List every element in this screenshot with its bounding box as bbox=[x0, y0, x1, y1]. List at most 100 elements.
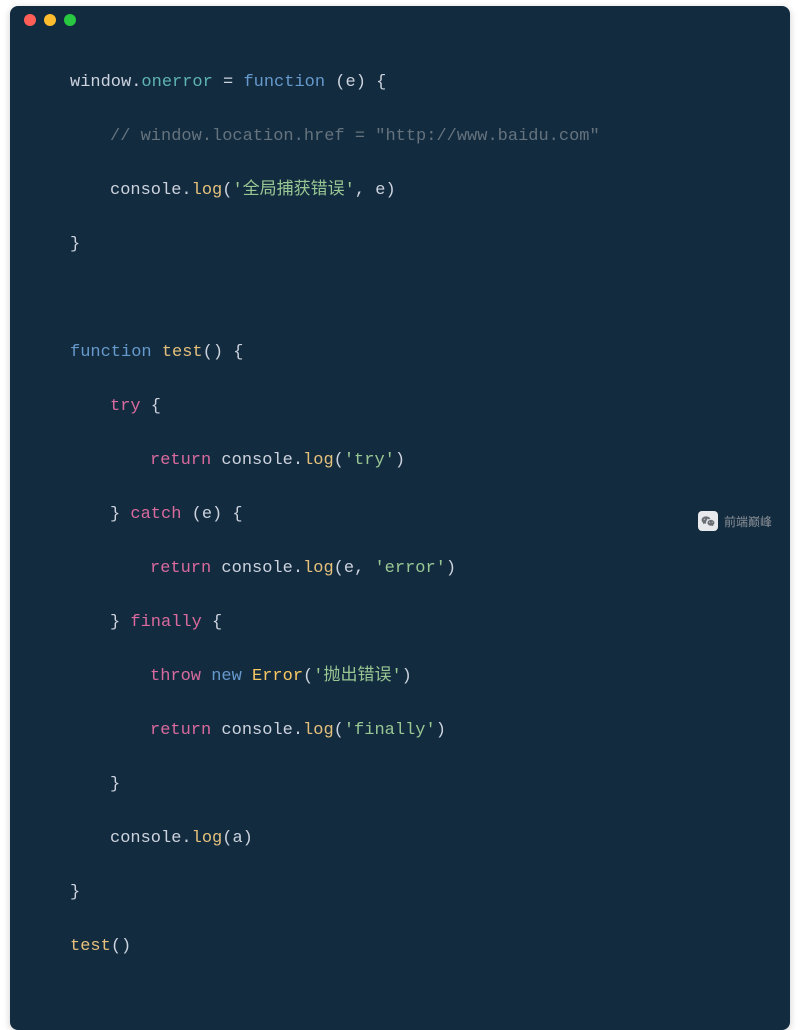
token: ) { bbox=[356, 73, 387, 92]
token-keyword: finally bbox=[130, 613, 201, 632]
token-keyword: return bbox=[150, 721, 211, 740]
token-function: test bbox=[162, 343, 203, 362]
token bbox=[120, 505, 130, 524]
code-line: function test() { bbox=[70, 339, 790, 366]
code-line: test() bbox=[70, 933, 790, 960]
token: } bbox=[110, 613, 120, 632]
token: . bbox=[181, 181, 191, 200]
code-window: window.onerror = function (e) { // windo… bbox=[10, 6, 790, 1030]
token bbox=[152, 343, 162, 362]
token: ) bbox=[385, 181, 395, 200]
token: e bbox=[344, 559, 354, 578]
token: ( bbox=[334, 559, 344, 578]
token: } bbox=[110, 775, 120, 794]
token: log bbox=[303, 721, 334, 740]
token-keyword: try bbox=[110, 397, 141, 416]
token-string: '抛出错误' bbox=[313, 667, 401, 686]
token bbox=[325, 73, 335, 92]
code-block: window.onerror = function (e) { // windo… bbox=[10, 34, 790, 1030]
watermark-text: 前端巅峰 bbox=[724, 513, 772, 530]
token: , bbox=[355, 181, 375, 200]
token: ( bbox=[181, 505, 201, 524]
code-line: } bbox=[70, 231, 790, 258]
token: window bbox=[70, 73, 131, 92]
window-titlebar bbox=[10, 6, 790, 34]
code-line: return console.log(e, 'error') bbox=[70, 555, 790, 582]
token: console bbox=[221, 451, 292, 470]
token: ) { bbox=[212, 505, 243, 524]
token: console bbox=[110, 181, 181, 200]
token: log bbox=[303, 451, 334, 470]
token-keyword: throw bbox=[150, 667, 201, 686]
code-line bbox=[70, 285, 790, 312]
token-keyword: function bbox=[70, 343, 152, 362]
token bbox=[120, 613, 130, 632]
token: console bbox=[221, 721, 292, 740]
token bbox=[242, 667, 252, 686]
wechat-icon bbox=[698, 511, 718, 531]
code-line: try { bbox=[70, 393, 790, 420]
code-line: } bbox=[70, 879, 790, 906]
token: ( bbox=[334, 721, 344, 740]
code-line: } catch (e) { bbox=[70, 501, 790, 528]
token: . bbox=[293, 721, 303, 740]
token: . bbox=[131, 73, 141, 92]
close-icon[interactable] bbox=[24, 14, 36, 26]
token-keyword: return bbox=[150, 451, 211, 470]
token-keyword: return bbox=[150, 559, 211, 578]
code-line: // window.location.href = "http://www.ba… bbox=[70, 123, 790, 150]
token bbox=[211, 559, 221, 578]
maximize-icon[interactable] bbox=[64, 14, 76, 26]
token: log bbox=[192, 829, 223, 848]
token: ) bbox=[402, 667, 412, 686]
token: . bbox=[293, 451, 303, 470]
token: onerror bbox=[141, 73, 212, 92]
token: () bbox=[111, 937, 131, 956]
token-string: 'error' bbox=[374, 559, 445, 578]
token-function: test bbox=[70, 937, 111, 956]
code-line: return console.log('finally') bbox=[70, 717, 790, 744]
token: console bbox=[221, 559, 292, 578]
token-keyword: new bbox=[211, 667, 242, 686]
token: log bbox=[192, 181, 223, 200]
token: ) bbox=[446, 559, 456, 578]
token: } bbox=[110, 505, 120, 524]
code-line: return console.log('try') bbox=[70, 447, 790, 474]
token: ( bbox=[334, 451, 344, 470]
token: { bbox=[141, 397, 161, 416]
token: ) bbox=[436, 721, 446, 740]
watermark: 前端巅峰 bbox=[698, 511, 772, 531]
token: . bbox=[181, 829, 191, 848]
minimize-icon[interactable] bbox=[44, 14, 56, 26]
code-line: } finally { bbox=[70, 609, 790, 636]
token: } bbox=[70, 883, 80, 902]
token: ) bbox=[395, 451, 405, 470]
token-string: 'finally' bbox=[344, 721, 436, 740]
code-line: console.log('全局捕获错误', e) bbox=[70, 177, 790, 204]
token bbox=[211, 451, 221, 470]
token: , bbox=[354, 559, 374, 578]
token: () { bbox=[203, 343, 244, 362]
token-string: 'try' bbox=[344, 451, 395, 470]
token-class: Error bbox=[252, 667, 303, 686]
token: a bbox=[232, 829, 242, 848]
token: } bbox=[70, 235, 80, 254]
token: log bbox=[303, 559, 334, 578]
token-string: '全局捕获错误' bbox=[232, 181, 354, 200]
token: { bbox=[202, 613, 222, 632]
token-keyword: catch bbox=[130, 505, 181, 524]
token: ( bbox=[335, 73, 345, 92]
token-keyword: function bbox=[243, 73, 325, 92]
code-line: throw new Error('抛出错误') bbox=[70, 663, 790, 690]
token: ( bbox=[222, 829, 232, 848]
code-line: window.onerror = function (e) { bbox=[70, 69, 790, 96]
token: . bbox=[293, 559, 303, 578]
token: ( bbox=[222, 181, 232, 200]
token: ( bbox=[303, 667, 313, 686]
token bbox=[201, 667, 211, 686]
token-comment: // window.location.href = "http://www.ba… bbox=[110, 127, 600, 146]
token bbox=[211, 721, 221, 740]
code-line: console.log(a) bbox=[70, 825, 790, 852]
token: = bbox=[213, 73, 244, 92]
token: e bbox=[375, 181, 385, 200]
